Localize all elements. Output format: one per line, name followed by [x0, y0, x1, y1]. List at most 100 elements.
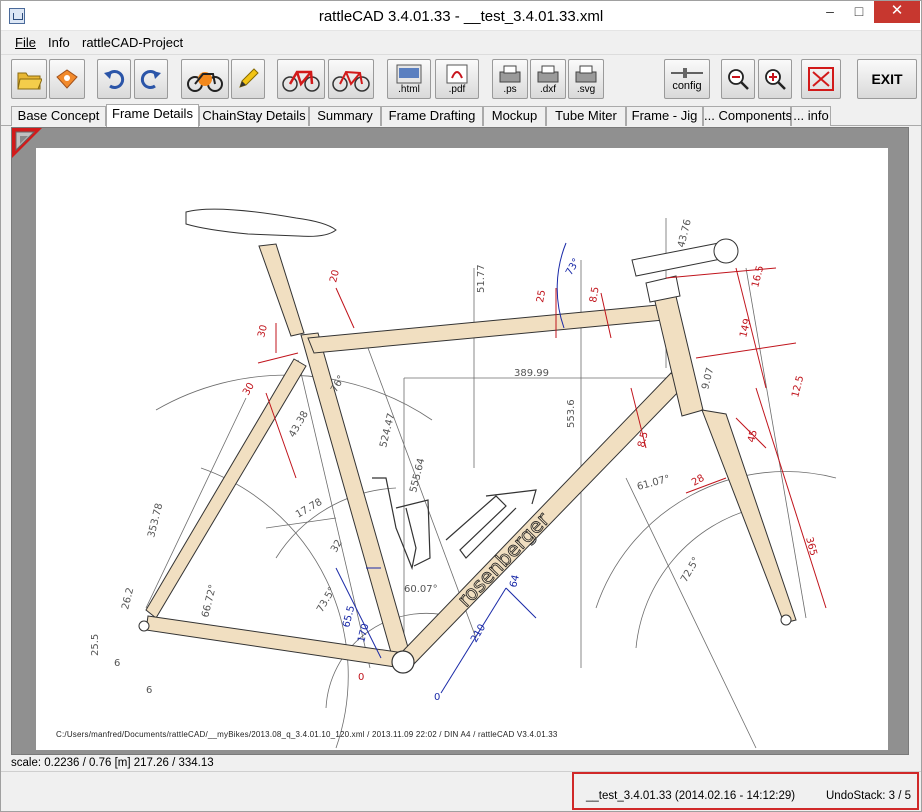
seat-post	[258, 243, 305, 337]
tab-base-concept[interactable]: Base Concept	[11, 106, 106, 126]
redo-button[interactable]	[134, 59, 168, 99]
drawing-canvas[interactable]: rosenberger 20 30 30 25 8.5 16.5 149 12.…	[11, 127, 909, 755]
dim-label: 0	[358, 672, 364, 683]
undo-icon	[104, 70, 125, 89]
rear-dropout	[138, 620, 150, 632]
dim-label: 25.5	[90, 634, 101, 656]
dim-label: 73°	[564, 257, 582, 278]
dim-label: 524.47	[378, 412, 397, 449]
dim-label: 389.99	[514, 368, 549, 379]
dim-label: 6	[146, 685, 152, 696]
fit-window-icon	[808, 67, 834, 91]
minimize-button[interactable]: –	[815, 1, 845, 23]
redo-icon	[140, 70, 161, 89]
saddle	[185, 208, 337, 237]
close-button[interactable]: ✕	[874, 1, 920, 23]
config-label: config	[672, 80, 702, 92]
dim-label: 66.72°	[200, 583, 219, 618]
open-folder-button[interactable]	[11, 59, 47, 99]
slider-icon	[671, 68, 703, 78]
html-doc-icon	[396, 64, 422, 83]
red-bike-outline-icon	[332, 70, 370, 92]
undo-button[interactable]	[97, 59, 131, 99]
tab-chainstay-details[interactable]: ChainStay Details	[199, 106, 309, 126]
seat-stay	[145, 358, 307, 619]
window-title: rattleCAD 3.4.01.33 - __test_3.4.01.33.x…	[318, 8, 604, 25]
tab-tube-miter[interactable]: Tube Miter	[546, 106, 626, 126]
menu-bar: File Info rattleCAD-Project	[1, 31, 921, 53]
dim-label: 0	[434, 692, 440, 703]
fork-dropout	[780, 614, 792, 626]
dim-label: 8.5	[588, 286, 602, 304]
dim-label: 555.64	[408, 457, 427, 494]
maximize-button[interactable]: □	[844, 1, 874, 23]
dim-label: 45	[746, 429, 760, 444]
printer-icon	[499, 65, 521, 82]
ps-label: .ps	[503, 83, 517, 95]
dim-label: 51.77	[476, 264, 487, 293]
tab-frame-drafting[interactable]: Frame Drafting	[381, 106, 483, 126]
export-html-button[interactable]: .html	[387, 59, 431, 99]
brand-decal: rosenberger	[452, 507, 554, 612]
export-pdf-button[interactable]: .pdf	[435, 59, 479, 99]
bike-frame-drawing: rosenberger 20 30 30 25 8.5 16.5 149 12.…	[90, 208, 837, 749]
pdf-label: .pdf	[448, 83, 466, 95]
tab-frame-jig[interactable]: Frame - Jig	[626, 106, 703, 126]
dim-label: 65.5	[341, 604, 357, 628]
toolbar: .html .pdf .ps .dxf .svg config EXIT	[1, 54, 921, 100]
tab-mockup[interactable]: Mockup	[483, 106, 546, 126]
export-svg-button[interactable]: .svg	[568, 59, 604, 99]
zoom-out-button[interactable]	[721, 59, 755, 99]
bike-frame-button[interactable]	[277, 59, 325, 99]
printer-icon	[537, 65, 559, 82]
scale-readout: scale: 0.2236 / 0.76 [m] 217.26 / 334.13	[11, 757, 214, 769]
render-bike-button[interactable]	[181, 59, 229, 99]
save-disk-icon	[56, 69, 78, 89]
dim-label: 170	[356, 623, 371, 644]
dim-label: 43.38	[287, 409, 311, 439]
dim-label: 20	[328, 269, 342, 284]
bike-geometry-button[interactable]	[328, 59, 374, 99]
exit-button[interactable]: EXIT	[857, 59, 917, 99]
zoom-in-button[interactable]	[758, 59, 792, 99]
red-bike-icon	[282, 70, 320, 92]
dxf-label: .dxf	[539, 83, 557, 95]
menu-rattlecad-project[interactable]: rattleCAD-Project	[82, 35, 183, 50]
status-highlight-box: __test_3.4.01.33 (2014.02.16 - 14:12:29)…	[572, 772, 919, 810]
config-button[interactable]: config	[664, 59, 710, 99]
zoom-out-icon	[728, 69, 749, 90]
title-bar[interactable]: rattleCAD 3.4.01.33 - __test_3.4.01.33.x…	[1, 1, 921, 31]
edit-button[interactable]	[231, 59, 265, 99]
dim-label: 61.07°	[636, 474, 671, 493]
dim-label: 149	[738, 318, 753, 339]
printer-icon	[575, 65, 597, 82]
drawing-footer-stamp: C:/Users/manfred/Documents/rattleCAD/__m…	[56, 730, 558, 739]
top-tube	[307, 304, 665, 354]
tab-frame-details[interactable]: Frame Details	[106, 104, 199, 127]
tab-components[interactable]: ... Components	[703, 106, 792, 126]
fit-to-window-button[interactable]	[801, 59, 841, 99]
folder-icon	[17, 72, 42, 90]
menu-file[interactable]: File	[15, 35, 36, 50]
export-dxf-button[interactable]: .dxf	[530, 59, 566, 99]
tab-summary[interactable]: Summary	[309, 106, 381, 126]
save-button[interactable]	[49, 59, 85, 99]
svg-label: .svg	[576, 83, 596, 95]
drawing-sheet[interactable]: rosenberger 20 30 30 25 8.5 16.5 149 12.…	[36, 148, 888, 750]
status-file-info: __test_3.4.01.33 (2014.02.16 - 14:12:29)	[586, 790, 796, 802]
dim-label: 25	[535, 289, 548, 303]
dim-label: 365	[803, 536, 819, 557]
dim-label: 6	[114, 658, 120, 669]
dim-label: 12.5	[790, 374, 806, 398]
dim-label: 72.5°	[679, 555, 702, 584]
dim-label: 8.5	[636, 431, 651, 449]
status-undo-stack: UndoStack: 3 / 5	[826, 790, 912, 802]
menu-info[interactable]: Info	[48, 35, 70, 50]
dim-label: 9.07	[700, 366, 716, 390]
export-ps-button[interactable]: .ps	[492, 59, 528, 99]
tab-bar: Base Concept Frame Details ChainStay Det…	[1, 104, 921, 127]
dim-label: 16.5	[750, 264, 766, 288]
dim-label: 17.78	[294, 497, 324, 521]
tab-info[interactable]: ... info	[791, 106, 831, 126]
dim-label: 553.6	[566, 399, 577, 428]
